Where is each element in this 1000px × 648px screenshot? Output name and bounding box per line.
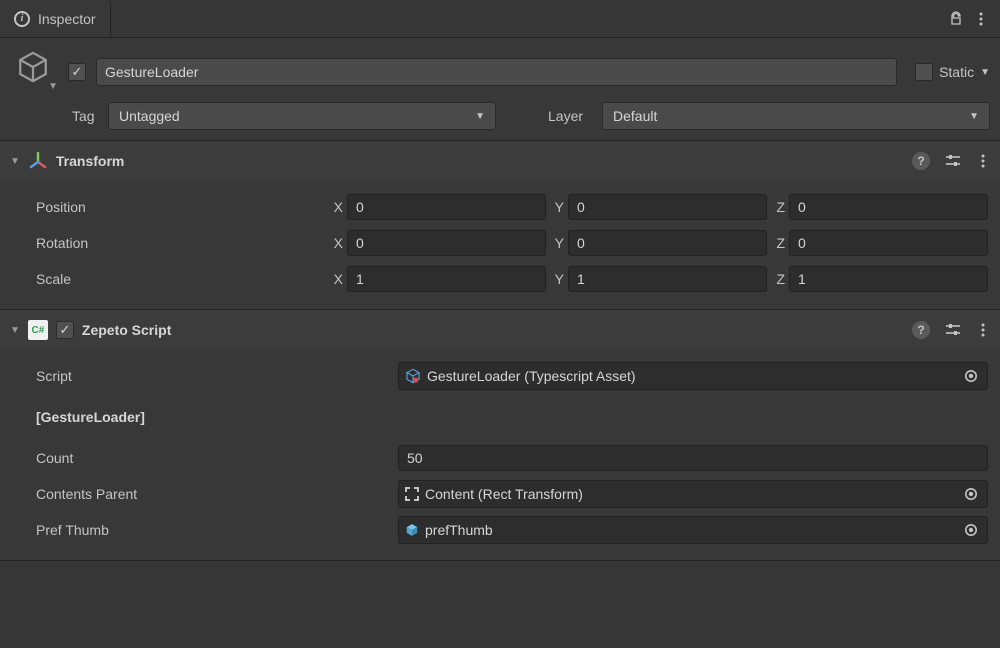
count-label: Count: [12, 450, 392, 466]
rotation-x-input[interactable]: [347, 230, 546, 256]
typescript-asset-icon: [405, 368, 421, 384]
tab-label: Inspector: [38, 11, 96, 27]
object-picker-icon[interactable]: [959, 364, 983, 388]
zepeto-script-header[interactable]: ▼ C# ✓ Zepeto Script ?: [0, 310, 1000, 350]
tag-dropdown[interactable]: Untagged ▼: [108, 102, 496, 130]
layer-value: Default: [613, 108, 657, 124]
gameobject-header: ▼ ✓ Static ▼ Tag Untagged ▼ Layer Defaul…: [0, 38, 1000, 141]
y-label: Y: [550, 235, 564, 251]
presets-icon[interactable]: [944, 152, 962, 170]
kebab-menu-icon[interactable]: [974, 11, 988, 27]
prefab-icon: [405, 523, 419, 537]
gameobject-name-input[interactable]: [96, 58, 897, 86]
rotation-y-input[interactable]: [568, 230, 767, 256]
icon-dropdown[interactable]: ▼: [48, 81, 58, 92]
tag-value: Untagged: [119, 108, 180, 124]
tag-label: Tag: [72, 108, 100, 124]
z-label: Z: [771, 271, 785, 287]
y-label: Y: [550, 271, 564, 287]
position-label: Position: [12, 199, 323, 215]
y-label: Y: [550, 199, 564, 215]
x-label: X: [329, 271, 343, 287]
script-field-label: Script: [12, 368, 392, 384]
static-checkbox[interactable]: [915, 63, 933, 81]
transform-header[interactable]: ▼ Transform ?: [0, 141, 1000, 181]
static-label: Static: [939, 64, 974, 80]
lock-icon[interactable]: [948, 11, 964, 27]
chevron-down-icon: ▼: [475, 111, 485, 122]
zepeto-script-component: ▼ C# ✓ Zepeto Script ? Script GestureLoa…: [0, 310, 1000, 561]
cube-icon: [16, 50, 50, 84]
object-picker-icon[interactable]: [959, 482, 983, 506]
x-label: X: [329, 199, 343, 215]
pref-thumb-field[interactable]: prefThumb: [398, 516, 988, 544]
position-z-input[interactable]: [789, 194, 988, 220]
contents-parent-label: Contents Parent: [12, 486, 392, 502]
scale-label: Scale: [12, 271, 323, 287]
foldout-icon[interactable]: ▼: [10, 325, 20, 336]
script-object-field[interactable]: GestureLoader (Typescript Asset): [398, 362, 988, 390]
chevron-down-icon: ▼: [969, 111, 979, 122]
script-object-value: GestureLoader (Typescript Asset): [427, 368, 953, 384]
pref-thumb-value: prefThumb: [425, 522, 953, 538]
contents-parent-value: Content (Rect Transform): [425, 486, 953, 502]
help-icon[interactable]: ?: [912, 321, 930, 339]
position-x-input[interactable]: [347, 194, 546, 220]
kebab-menu-icon[interactable]: [976, 153, 990, 169]
z-label: Z: [771, 235, 785, 251]
scale-x-input[interactable]: [347, 266, 546, 292]
rotation-label: Rotation: [12, 235, 323, 251]
scale-y-input[interactable]: [568, 266, 767, 292]
help-icon[interactable]: ?: [912, 152, 930, 170]
layer-dropdown[interactable]: Default ▼: [602, 102, 990, 130]
gameobject-icon[interactable]: ▼: [10, 50, 58, 94]
component-title: Zepeto Script: [82, 322, 904, 338]
component-enabled-checkbox[interactable]: ✓: [56, 321, 74, 339]
info-icon: i: [14, 11, 30, 27]
x-label: X: [329, 235, 343, 251]
kebab-menu-icon[interactable]: [976, 322, 990, 338]
script-file-icon: C#: [28, 320, 48, 340]
count-input[interactable]: [398, 445, 988, 471]
component-title: Transform: [56, 153, 904, 169]
layer-label: Layer: [548, 108, 594, 124]
rotation-z-input[interactable]: [789, 230, 988, 256]
script-class-header: [GestureLoader]: [12, 409, 392, 425]
transform-icon: [28, 151, 48, 171]
contents-parent-field[interactable]: Content (Rect Transform): [398, 480, 988, 508]
pref-thumb-label: Pref Thumb: [12, 522, 392, 538]
z-label: Z: [771, 199, 785, 215]
transform-component: ▼ Transform ? Position X Y Z: [0, 141, 1000, 310]
presets-icon[interactable]: [944, 321, 962, 339]
scale-z-input[interactable]: [789, 266, 988, 292]
tab-bar: i Inspector: [0, 0, 1000, 38]
active-checkbox[interactable]: ✓: [68, 63, 86, 81]
foldout-icon[interactable]: ▼: [10, 156, 20, 167]
object-picker-icon[interactable]: [959, 518, 983, 542]
rect-transform-icon: [405, 487, 419, 501]
position-y-input[interactable]: [568, 194, 767, 220]
inspector-tab[interactable]: i Inspector: [0, 0, 111, 37]
tab-bar-actions: [948, 11, 1000, 27]
static-dropdown[interactable]: ▼: [980, 67, 990, 78]
